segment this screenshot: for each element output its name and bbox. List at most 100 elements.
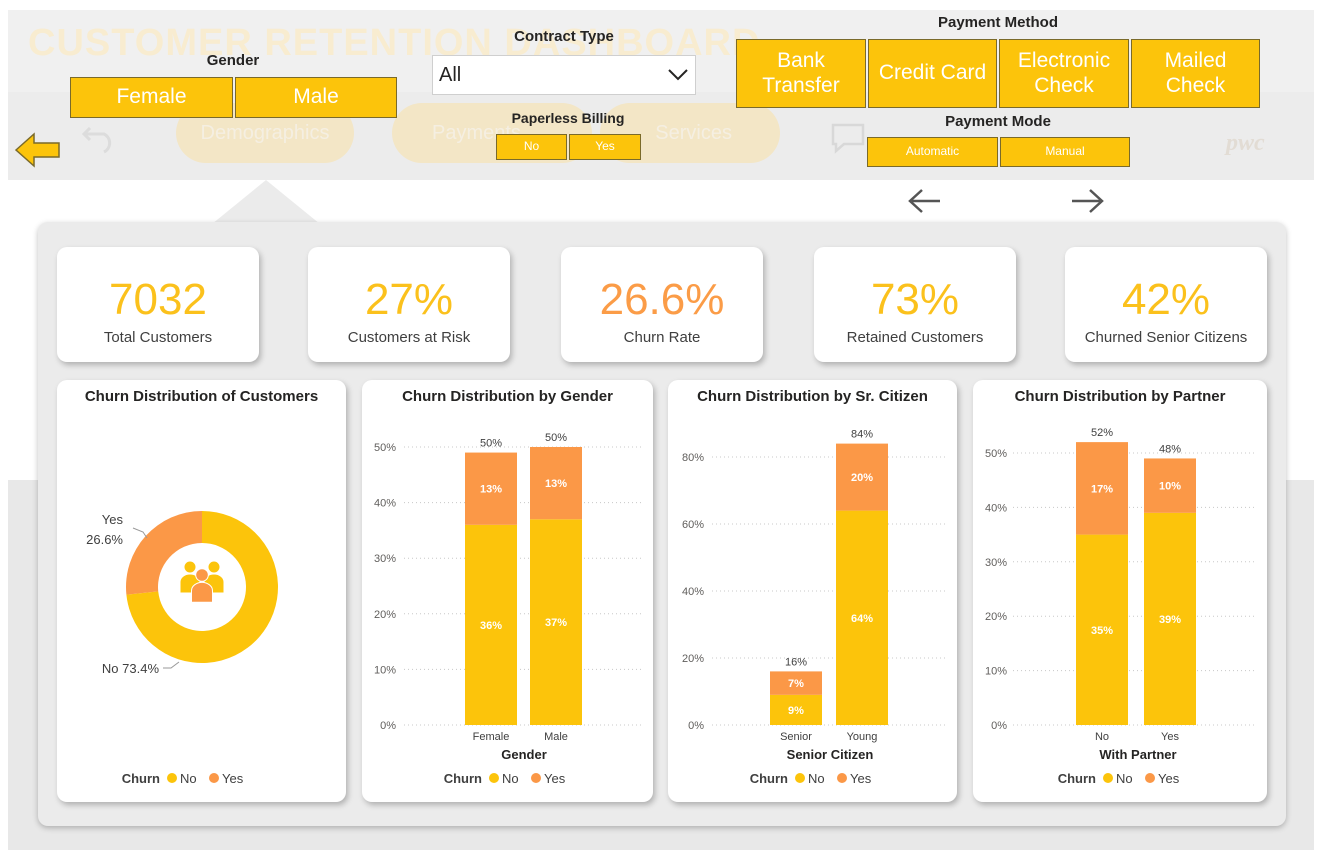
data-label-yes: 17% xyxy=(1091,483,1113,495)
legend-marker-no xyxy=(795,773,805,783)
legend-marker-yes xyxy=(531,773,541,783)
leader-line-no xyxy=(163,661,180,669)
chart-card-partner: Churn Distribution by Partner 0% 10% 20% 30… xyxy=(973,380,1267,802)
chart-card-senior-citizen: Churn Distribution by Sr. Citizen 0% 20% 4… xyxy=(668,380,957,802)
x-axis-title: Senior Citizen xyxy=(787,747,874,762)
y-tick-label: 20% xyxy=(682,653,704,665)
y-tick-label: 10% xyxy=(374,664,396,676)
total-label: 52% xyxy=(1091,427,1113,439)
data-label-yes: 20% xyxy=(851,472,873,484)
kpi-customers-at-risk: 27% Customers at Risk xyxy=(308,247,510,362)
data-label-yes: 7% xyxy=(788,678,804,690)
legend-title: Churn xyxy=(122,771,160,786)
paperless-no-button[interactable]: No xyxy=(496,134,567,160)
kpi-label: Churned Senior Citizens xyxy=(1084,329,1248,346)
legend-label-yes: Yes xyxy=(222,771,244,786)
previous-page-arrow-icon[interactable] xyxy=(906,186,944,216)
legend-label-no: No xyxy=(808,771,825,786)
kpi-value: 26.6% xyxy=(599,275,725,324)
x-tick-label: Young xyxy=(847,731,878,743)
faint-undo-icon xyxy=(81,126,112,154)
legend-label-yes: Yes xyxy=(544,771,566,786)
y-tick-label: 50% xyxy=(985,448,1007,460)
senior-citizen-stacked-bar-chart: 0% 20% 40% 60% 80% 9% 7% 16% Senior 64% 20% 84% Youn… xyxy=(682,429,946,786)
data-label-yes: Yes xyxy=(102,512,124,527)
y-tick-label: 40% xyxy=(374,498,396,510)
payment-bank-transfer-button[interactable]: Bank Transfer xyxy=(736,39,866,108)
contract-type-dropdown[interactable]: All xyxy=(432,55,696,95)
payment-mode-automatic-button[interactable]: Automatic xyxy=(867,137,998,167)
next-page-arrow-icon[interactable] xyxy=(1068,186,1106,216)
kpi-label: Total Customers xyxy=(103,329,213,346)
payment-electronic-check-button[interactable]: Electronic Check xyxy=(999,39,1129,108)
data-label-yes-value: 26.6% xyxy=(86,532,123,547)
x-tick-label: Female xyxy=(473,731,510,743)
legend-title: Churn xyxy=(750,771,788,786)
panel-pointer xyxy=(212,180,320,224)
x-axis-title: With Partner xyxy=(1099,747,1176,762)
legend-label-no: No xyxy=(180,771,197,786)
payment-mode-title: Payment Mode xyxy=(945,113,1051,130)
data-label-no: 9% xyxy=(788,705,804,717)
y-tick-label: 20% xyxy=(374,609,396,621)
kpi-churn-rate: 26.6% Churn Rate xyxy=(561,247,763,362)
data-label-no: 36% xyxy=(480,620,502,632)
legend-title: Churn xyxy=(1058,771,1096,786)
total-label: 50% xyxy=(545,432,567,444)
total-label: 48% xyxy=(1159,443,1181,455)
chart-card-customers: Churn Distribution of Customers Yes 26.6%… xyxy=(57,380,346,802)
leader-line-yes xyxy=(132,527,148,539)
total-label: 16% xyxy=(785,656,807,668)
legend-label-yes: Yes xyxy=(1158,771,1180,786)
y-tick-label: 80% xyxy=(682,452,704,464)
payment-credit-card-button[interactable]: Credit Card xyxy=(868,39,997,108)
x-tick-label: No xyxy=(1095,731,1109,743)
legend-label-yes: Yes xyxy=(850,771,872,786)
total-label: 84% xyxy=(851,429,873,441)
data-label-no: 35% xyxy=(1091,625,1113,637)
y-tick-label: 0% xyxy=(688,720,704,732)
kpi-label: Churn Rate xyxy=(623,329,701,346)
y-tick-label: 40% xyxy=(682,586,704,598)
payment-mailed-check-button[interactable]: Mailed Check xyxy=(1131,39,1260,108)
data-label-no: 37% xyxy=(545,617,567,629)
gender-male-button[interactable]: Male xyxy=(235,77,397,118)
pwc-logo: pwc xyxy=(1226,130,1265,156)
x-tick-label: Senior xyxy=(780,731,812,743)
data-label-yes: 13% xyxy=(545,478,567,490)
kpi-retained-customers: 73% Retained Customers xyxy=(814,247,1016,362)
kpi-value: 27% xyxy=(364,275,454,324)
y-tick-label: 30% xyxy=(985,557,1007,569)
gender-stacked-bar-chart: 0% 10% 20% 30% 40% 50% 36% 13% 50% Female 37% 13% 50… xyxy=(374,432,642,786)
payment-mode-manual-button[interactable]: Manual xyxy=(1000,137,1130,167)
kpi-label: Customers at Risk xyxy=(347,329,471,346)
legend-marker-yes xyxy=(209,773,219,783)
data-label-yes: 13% xyxy=(480,484,502,496)
legend-marker-no xyxy=(167,773,177,783)
back-arrow-icon[interactable] xyxy=(14,130,62,170)
kpi-value: 73% xyxy=(870,275,960,324)
x-tick-label: Yes xyxy=(1161,731,1179,743)
x-axis-title: Gender xyxy=(501,747,547,762)
kpi-label: Retained Customers xyxy=(846,329,984,346)
payment-method-title: Payment Method xyxy=(937,14,1058,31)
data-label-no: No 73.4% xyxy=(102,661,160,676)
legend-marker-no xyxy=(489,773,499,783)
legend-label-no: No xyxy=(502,771,519,786)
chevron-down-icon xyxy=(668,69,688,81)
paperless-billing-title: Paperless Billing xyxy=(511,110,625,126)
people-icon xyxy=(179,560,225,603)
chart-card-gender: Churn Distribution by Gender 0% 10% 20% 30%… xyxy=(362,380,653,802)
kpi-value: 42% xyxy=(1121,275,1211,324)
data-label-no: 39% xyxy=(1159,614,1181,626)
kpi-value: 7032 xyxy=(109,275,207,324)
paperless-yes-button[interactable]: Yes xyxy=(569,134,641,160)
total-label: 50% xyxy=(480,438,502,450)
gender-female-button[interactable]: Female xyxy=(70,77,233,118)
y-tick-label: 30% xyxy=(374,553,396,565)
faint-comment-icon xyxy=(831,123,865,154)
y-tick-label: 50% xyxy=(374,442,396,454)
kpi-churned-senior-citizens: 42% Churned Senior Citizens xyxy=(1065,247,1267,362)
contract-type-value: All xyxy=(439,64,462,86)
legend-marker-yes xyxy=(1145,773,1155,783)
